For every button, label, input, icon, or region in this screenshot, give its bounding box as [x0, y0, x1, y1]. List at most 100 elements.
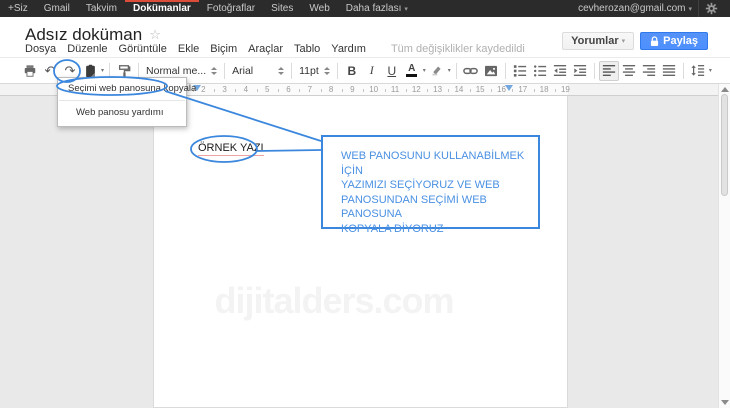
- web-clipboard-icon: [84, 64, 97, 78]
- google-services-bar: +Siz Gmail Takvim Dokümanlar Fotoğraflar…: [0, 0, 730, 17]
- increase-indent-button[interactable]: [570, 61, 590, 81]
- save-status: Tüm değişiklikler kaydedildi: [391, 43, 525, 55]
- topbar-item-gmail[interactable]: Gmail: [36, 0, 78, 17]
- vertical-scrollbar[interactable]: [718, 84, 730, 408]
- decrease-indent-icon: [553, 64, 567, 77]
- topbar-right-group: cevherozan@gmail.com▾: [572, 0, 730, 17]
- menu-insert[interactable]: Ekle: [178, 43, 199, 55]
- insert-image-button[interactable]: [481, 61, 501, 81]
- menu-item-label: Seçimi web panosuna kopyala: [68, 83, 196, 94]
- comments-button-label: Yorumlar: [571, 35, 618, 47]
- topbar-item-web[interactable]: Web: [301, 0, 337, 17]
- menu-help[interactable]: Yardım: [331, 43, 366, 55]
- ruler-number: 5: [265, 85, 269, 94]
- menu-tools[interactable]: Araçlar: [248, 43, 283, 55]
- line-spacing-dropdown-caret[interactable]: ▾: [709, 67, 712, 74]
- ruler-number: 11: [391, 85, 399, 94]
- image-icon: [484, 65, 498, 77]
- topbar-item-plus-you[interactable]: +Siz: [0, 0, 36, 17]
- ruler-number: 18: [540, 85, 549, 94]
- callout-line: WEB PANOSUNU KULLANABİLMEK İÇİN: [341, 149, 537, 178]
- gear-icon: [705, 2, 718, 15]
- align-center-button[interactable]: [619, 61, 639, 81]
- account-email-menu[interactable]: cevherozan@gmail.com▾: [572, 3, 698, 14]
- menu-edit[interactable]: Düzenle: [67, 43, 107, 55]
- menu-item-copy-to-web-clipboard[interactable]: Seçimi web panosuna kopyala: [58, 80, 186, 97]
- styles-dropdown[interactable]: Normal me...: [143, 65, 220, 77]
- highlight-dropdown-caret[interactable]: ▾: [448, 67, 451, 74]
- ruler-tick: [534, 89, 535, 92]
- right-indent-marker[interactable]: [505, 85, 513, 91]
- share-button[interactable]: Paylaş: [640, 32, 708, 50]
- document-title[interactable]: Adsız doküman: [25, 25, 142, 45]
- annotation-callout-text: WEB PANOSUNU KULLANABİLMEK İÇİN YAZIMIZI…: [341, 149, 537, 236]
- callout-line: KOPYALA DİYORUZ: [341, 222, 537, 237]
- ruler-tick: [363, 89, 364, 92]
- bold-icon: B: [347, 64, 356, 78]
- justify-button[interactable]: [659, 61, 679, 81]
- ruler-number: 15: [476, 85, 485, 94]
- ruler-tick: [555, 89, 556, 92]
- topbar-item-sites[interactable]: Sites: [263, 0, 301, 17]
- topbar-item-photos[interactable]: Fotoğraflar: [199, 0, 263, 17]
- menu-item-web-clipboard-help[interactable]: Web panosu yardımı: [58, 104, 186, 121]
- bulleted-list-icon: [533, 64, 547, 77]
- lock-icon: [650, 36, 659, 47]
- callout-line: PANOSUNDAN SEÇİMİ WEB PANOSUNA: [341, 193, 537, 222]
- menu-format[interactable]: Biçim: [210, 43, 237, 55]
- text-color-button[interactable]: A: [402, 61, 422, 81]
- document-header: Adsız doküman ☆ Dosya Düzenle Görüntüle …: [0, 17, 730, 57]
- highlight-color-button[interactable]: [427, 61, 447, 81]
- toolbar-separator: [683, 63, 684, 79]
- font-size-dropdown[interactable]: 11pt: [296, 65, 333, 77]
- print-button[interactable]: [20, 61, 40, 81]
- scroll-down-arrow-icon[interactable]: [721, 400, 729, 405]
- ruler-tick: [299, 89, 300, 92]
- toolbar-separator: [337, 63, 338, 79]
- text-color-dropdown-caret[interactable]: ▾: [423, 67, 426, 74]
- topbar-item-documents[interactable]: Dokümanlar: [125, 0, 199, 17]
- web-clipboard-menu: Seçimi web panosuna kopyala Web panosu y…: [57, 77, 187, 127]
- scrollbar-thumb[interactable]: [721, 94, 728, 196]
- menu-file[interactable]: Dosya: [25, 43, 56, 55]
- ruler-tick: [427, 89, 428, 92]
- bulleted-list-button[interactable]: [530, 61, 550, 81]
- ruler-tick: [342, 89, 343, 92]
- paint-format-icon: [117, 64, 131, 78]
- web-clipboard-dropdown-caret[interactable]: ▾: [101, 67, 104, 74]
- underline-button[interactable]: U: [382, 61, 402, 81]
- line-spacing-button[interactable]: [688, 61, 708, 81]
- account-email-label: cevherozan@gmail.com: [578, 3, 685, 14]
- line-spacing-icon: [691, 64, 705, 77]
- callout-line: YAZIMIZI SEÇİYORUZ VE WEB: [341, 178, 537, 193]
- menu-bar: Dosya Düzenle Görüntüle Ekle Biçim Araçl…: [25, 43, 525, 55]
- ruler-number: 14: [454, 85, 463, 94]
- ruler-number: 8: [329, 85, 333, 94]
- font-family-dropdown[interactable]: Arial: [229, 65, 287, 77]
- menu-view[interactable]: Görüntüle: [119, 43, 167, 55]
- scroll-up-arrow-icon[interactable]: [721, 87, 729, 92]
- bold-button[interactable]: B: [342, 61, 362, 81]
- chevron-down-icon: ▾: [622, 37, 626, 45]
- toolbar-separator: [291, 63, 292, 79]
- align-left-button[interactable]: [599, 61, 619, 81]
- menu-table[interactable]: Tablo: [294, 43, 320, 55]
- numbered-list-button[interactable]: [510, 61, 530, 81]
- align-right-button[interactable]: [639, 61, 659, 81]
- justify-icon: [662, 64, 676, 77]
- insert-link-button[interactable]: [461, 61, 481, 81]
- ruler-tick: [448, 89, 449, 92]
- print-icon: [23, 64, 37, 78]
- star-icon[interactable]: ☆: [149, 27, 161, 43]
- ruler-number: 2: [201, 85, 205, 94]
- decrease-indent-button[interactable]: [550, 61, 570, 81]
- ruler-tick: [278, 89, 279, 92]
- topbar-item-calendar[interactable]: Takvim: [78, 0, 125, 17]
- ruler-tick: [406, 89, 407, 92]
- settings-gear-button[interactable]: [698, 0, 724, 17]
- align-right-icon: [642, 64, 656, 77]
- comments-button[interactable]: Yorumlar ▾: [562, 32, 634, 50]
- topbar-item-more[interactable]: Daha fazlası▾: [338, 0, 416, 17]
- italic-button[interactable]: I: [362, 61, 382, 81]
- ruler-tick: [385, 89, 386, 92]
